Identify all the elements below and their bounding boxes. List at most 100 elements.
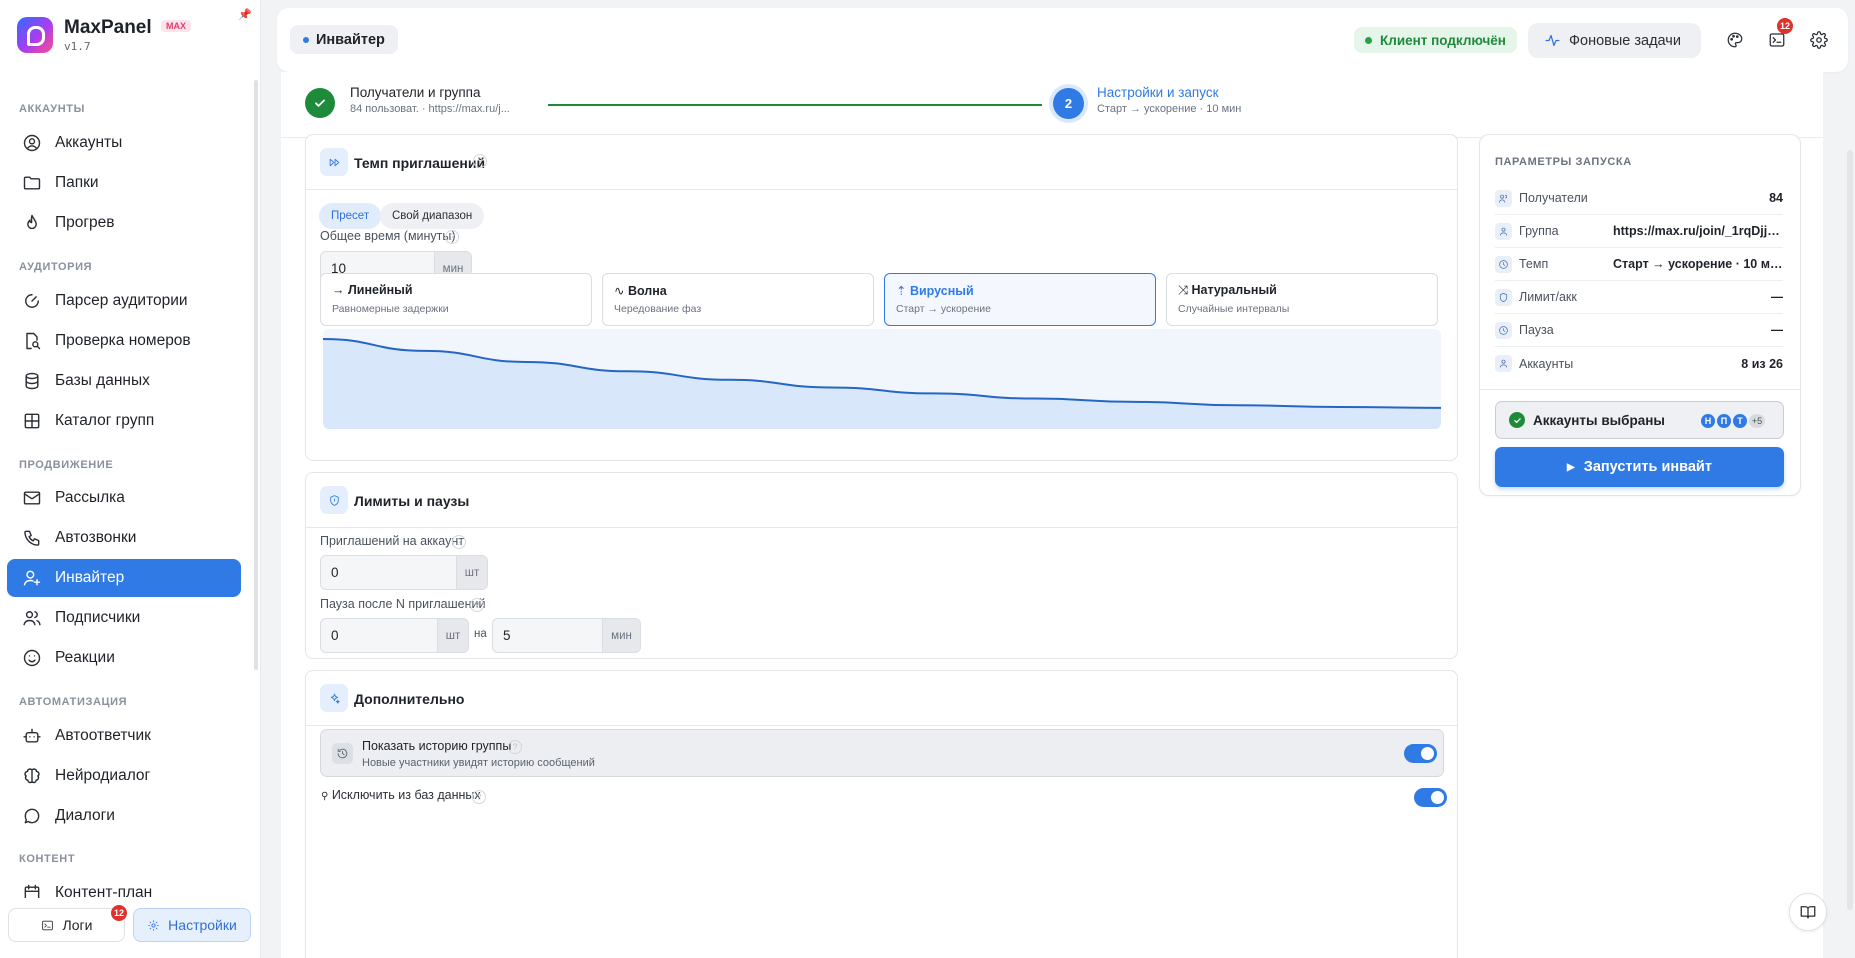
pause-duration-input[interactable]: 5 мин [492,618,641,653]
logs-button[interactable]: Логи [8,908,125,942]
clock-icon [1495,321,1512,339]
per-account-label: Приглашений на аккаунт [320,534,464,548]
summary-label: Получатели [1519,191,1588,205]
preset-desc: Чередование фаз [614,303,702,315]
help-icon[interactable]: ? [473,154,487,168]
help-icon[interactable]: ? [445,230,459,244]
summary-value: https://max.ru/join/_1rqDjj4... [1613,224,1783,238]
history-option[interactable]: Показать историю группы ? Новые участник… [320,729,1444,777]
file-search-icon [26,332,41,350]
sidebar-item-subscribers[interactable]: Подписчики [7,599,241,637]
summary-row-accounts: Аккаунты 8 из 26 [1495,347,1783,380]
brain-icon [24,768,40,784]
per-account-input[interactable]: 0 шт [320,555,488,590]
page-scrollbar[interactable] [1847,150,1853,910]
sidebar-item-label: Проверка номеров [55,332,191,349]
exclude-label: Исключить из баз данных [331,788,481,802]
exclude-toggle[interactable] [1414,788,1447,807]
pause-count-input[interactable]: 0 шт [320,618,469,653]
preset-natural[interactable]: ⤨ Натуральный Случайные интервалы [1166,273,1438,326]
preset-name: → Линейный [332,283,413,297]
plan-badge: MAX [161,20,191,32]
help-icon[interactable]: ? [472,790,486,804]
pulse-icon: ∿ [614,284,628,298]
user-icon [1495,355,1512,372]
sidebar-clip: Контент-план [0,872,248,898]
sidebar-item-databases[interactable]: Базы данных [7,362,241,400]
summary-label: Лимит/акк [1519,290,1577,304]
step-2-active[interactable]: 2 [1053,88,1084,119]
preset-viral[interactable]: ⇡ Вирусный Старт → ускорение [884,273,1156,326]
sidebar-item-content-plan[interactable]: Контент-план [7,874,241,898]
sidebar-item-label: Реакции [55,649,115,666]
tab-custom-range[interactable]: Свой диапазон [380,203,485,229]
preset-name-text: Волна [627,284,667,298]
pin-icon[interactable]: 📌 [238,8,252,21]
preset-linear[interactable]: → Линейный Равномерные задержки [320,273,592,326]
activity-icon [1545,34,1560,47]
check-circle-icon [1509,412,1525,428]
sidebar-item-autocalls[interactable]: Автозвонки [7,519,241,557]
top-bar: Инвайтер Клиент подключён Фоновые задачи… [277,8,1848,72]
card-header: Темп приглашений ? [306,135,1457,190]
sidebar-scrollbar[interactable] [254,80,258,670]
launch-invite-button[interactable]: ▶ Запустить инвайт [1495,447,1784,487]
card-header: Дополнительно [306,671,1457,726]
launch-summary: ПАРАМЕТРЫ ЗАПУСКА Получатели 84 Группа h… [1479,134,1801,496]
sidebar-item-autoresponder[interactable]: Автоответчик [7,717,241,755]
smile-icon [23,649,41,667]
section-audience: АУДИТОРИЯ [19,261,93,273]
history-toggle[interactable] [1404,744,1437,763]
sidebar-item-reactions[interactable]: Реакции [7,639,241,677]
sidebar-item-parser[interactable]: Парсер аудитории [7,282,241,320]
tab-preset[interactable]: Пресет [319,203,382,229]
sidebar-item-warmup[interactable]: Прогрев [7,204,241,242]
docs-button[interactable] [1789,893,1827,931]
sidebar-item-mailing[interactable]: Рассылка [7,479,241,517]
settings-button[interactable]: Настройки [133,908,251,942]
background-tasks-button[interactable]: Фоновые задачи [1528,23,1701,58]
background-tasks-label: Фоновые задачи [1569,32,1681,49]
pause-duration-value: 5 [503,628,511,643]
sidebar-item-folders[interactable]: Папки [7,164,241,202]
users-icon [23,611,41,626]
sidebar-item-group-catalog[interactable]: Каталог групп [7,402,241,440]
sidebar-item-dialogs[interactable]: Диалоги [7,797,241,835]
app-name: MaxPanel [64,17,152,38]
sidebar-item-label: Автоответчик [55,727,151,744]
flame-icon [27,214,37,230]
step-1-done[interactable] [305,88,335,118]
radar-icon [25,294,39,308]
sidebar-item-label: Базы данных [55,372,150,389]
help-icon[interactable]: ? [452,535,466,549]
database-icon [25,372,39,390]
sidebar-item-number-check[interactable]: Проверка номеров [7,322,241,360]
sidebar-item-neurodialog[interactable]: Нейродиалог [7,757,241,795]
sidebar-item-label: Аккаунты [55,134,123,151]
sidebar-item-inviter[interactable]: Инвайтер [7,559,241,597]
extra-card: Дополнительно Показать историю группы ? … [305,670,1458,958]
shield-icon [320,486,348,514]
preset-wave[interactable]: ∿ Волна Чередование фаз [602,273,874,326]
help-icon[interactable]: ? [508,740,522,754]
preset-desc: Старт → ускорение [896,303,991,315]
accounts-selected-box[interactable]: Аккаунты выбраны Н П Т +5 [1495,401,1784,439]
step-connector [548,104,1042,106]
sidebar-item-label: Нейродиалог [55,767,151,784]
sidebar: MaxPanel MAX v1.7 📌 АККАУНТЫ Аккаунты Па… [0,0,261,958]
accounts-selected-label: Аккаунты выбраны [1533,412,1665,428]
settings-icon[interactable] [1810,31,1828,49]
app-logo [17,17,53,53]
sidebar-item-accounts[interactable]: Аккаунты [7,124,241,162]
pause-duration-unit: мин [602,619,640,652]
history-desc: Новые участники увидят историю сообщений [362,757,595,769]
summary-label: Пауза [1519,323,1554,337]
sidebar-item-label: Папки [55,174,99,191]
palette-icon[interactable] [1726,31,1744,49]
pause-on-label: на [474,628,487,640]
terminal-icon [41,920,53,930]
per-account-value: 0 [331,565,339,580]
help-icon[interactable]: ? [470,598,484,612]
gear-icon [148,919,159,931]
group-icon [1495,222,1512,240]
